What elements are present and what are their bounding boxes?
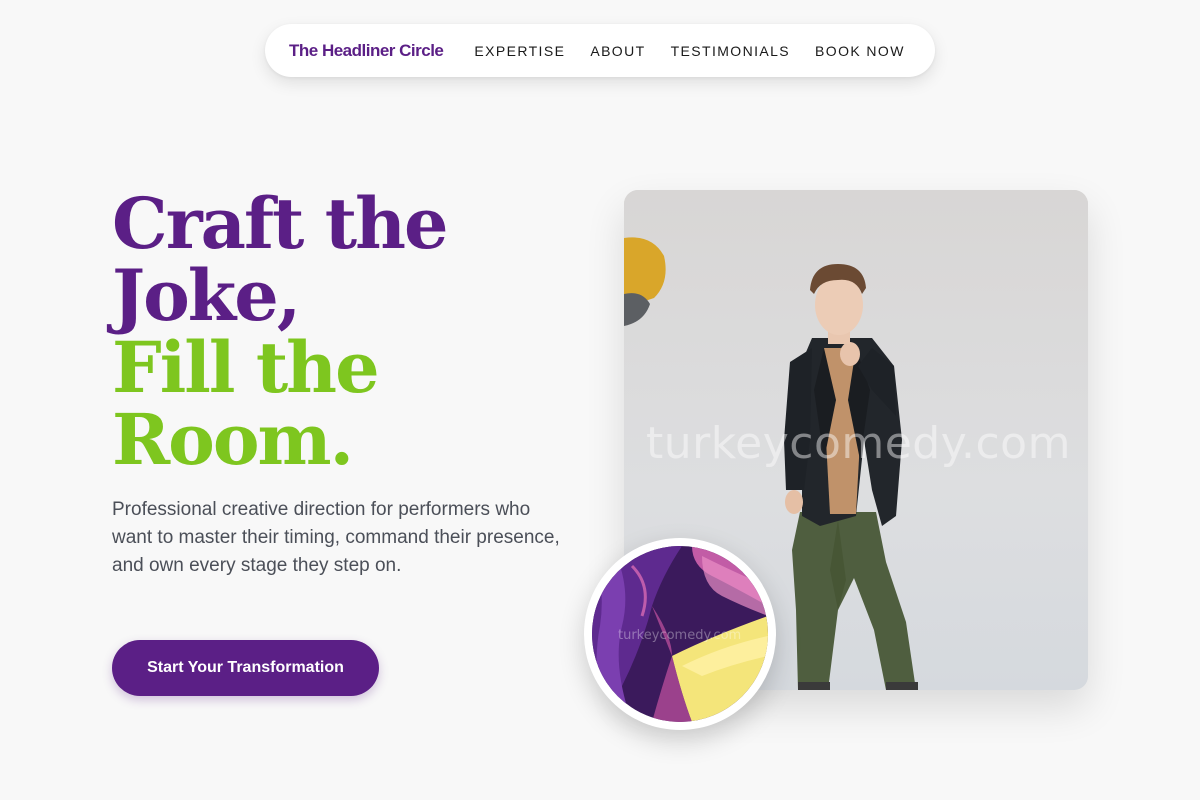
circle-inner: turkeycomedy.com bbox=[592, 546, 768, 722]
headline-line-3: Fill the bbox=[112, 326, 380, 409]
nav-link-testimonials[interactable]: TESTIMONIALS bbox=[671, 43, 790, 59]
headline-line-1: Craft the bbox=[112, 182, 449, 265]
nav-link-expertise[interactable]: EXPERTISE bbox=[474, 43, 565, 59]
abstract-circle-image: turkeycomedy.com bbox=[584, 538, 776, 730]
nav-link-book-now[interactable]: BOOK NOW bbox=[815, 43, 905, 59]
hero-headline: Craft the Joke, Fill the Room. bbox=[112, 188, 532, 476]
nav-link-about[interactable]: ABOUT bbox=[590, 43, 645, 59]
nav-links: EXPERTISE ABOUT TESTIMONIALS BOOK NOW bbox=[474, 43, 904, 59]
photo-watermark: turkeycomedy.com bbox=[646, 418, 1071, 469]
hero-subtext: Professional creative direction for perf… bbox=[112, 499, 560, 576]
headline-line-2: Joke, bbox=[112, 254, 301, 337]
start-transformation-button[interactable]: Start Your Transformation bbox=[112, 640, 379, 696]
headline-line-4: Room. bbox=[112, 398, 354, 481]
circle-watermark: turkeycomedy.com bbox=[618, 628, 742, 643]
top-nav: The Headliner Circle EXPERTISE ABOUT TES… bbox=[265, 24, 935, 77]
brand-logo[interactable]: The Headliner Circle bbox=[289, 41, 444, 61]
